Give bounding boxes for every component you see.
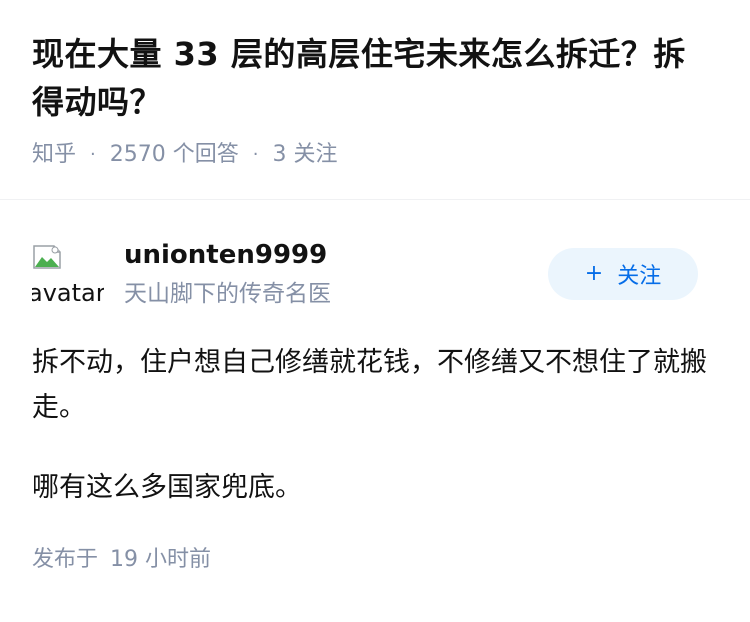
follow-button-label: 关注 [617, 264, 662, 289]
followers-count: 3 关注 [272, 142, 338, 167]
meta-separator: · [90, 144, 96, 165]
answers-count[interactable]: 2570 个回答 [110, 140, 239, 170]
answer-card: avatar unionten9999 天山脚下的传奇名医 + 关注 拆不动，住… [0, 200, 750, 575]
answer-paragraph: 拆不动，住户想自己修缮就花钱，不修缮又不想住了就搬走。 [32, 347, 707, 423]
answer-page: 现在大量 33 层的高层住宅未来怎么拆迁？拆得动吗？ 知乎 · 2570 个回答… [0, 0, 750, 622]
question-header: 现在大量 33 层的高层住宅未来怎么拆迁？拆得动吗？ 知乎 · 2570 个回答… [0, 0, 750, 200]
answer-content: 拆不动，住户想自己修缮就花钱，不修缮又不想住了就搬走。 哪有这么多国家兜底。 [32, 340, 718, 510]
plus-icon: + [584, 261, 604, 286]
avatar[interactable]: avatar [32, 238, 104, 310]
publish-time-value: 19 小时前 [110, 547, 212, 572]
author-name[interactable]: unionten9999 [124, 238, 548, 272]
publish-time-prefix: 发布于 [32, 547, 99, 572]
broken-image-icon [33, 245, 61, 269]
publish-time: 发布于 19 小时前 [32, 545, 718, 575]
question-title[interactable]: 现在大量 33 层的高层住宅未来怎么拆迁？拆得动吗？ [32, 30, 718, 126]
avatar-alt-text: avatar [32, 279, 104, 307]
meta-separator: · [252, 144, 259, 165]
question-meta: 知乎 · 2570 个回答 · 3 关注 [32, 140, 718, 170]
follow-button[interactable]: + 关注 [548, 248, 698, 300]
answer-paragraph: 哪有这么多国家兜底。 [32, 472, 302, 503]
author-row: avatar unionten9999 天山脚下的传奇名医 + 关注 [32, 234, 718, 314]
author-headline: 天山脚下的传奇名医 [124, 281, 331, 307]
author-info: unionten9999 天山脚下的传奇名医 [124, 238, 548, 310]
source-label[interactable]: 知乎 [32, 140, 76, 170]
